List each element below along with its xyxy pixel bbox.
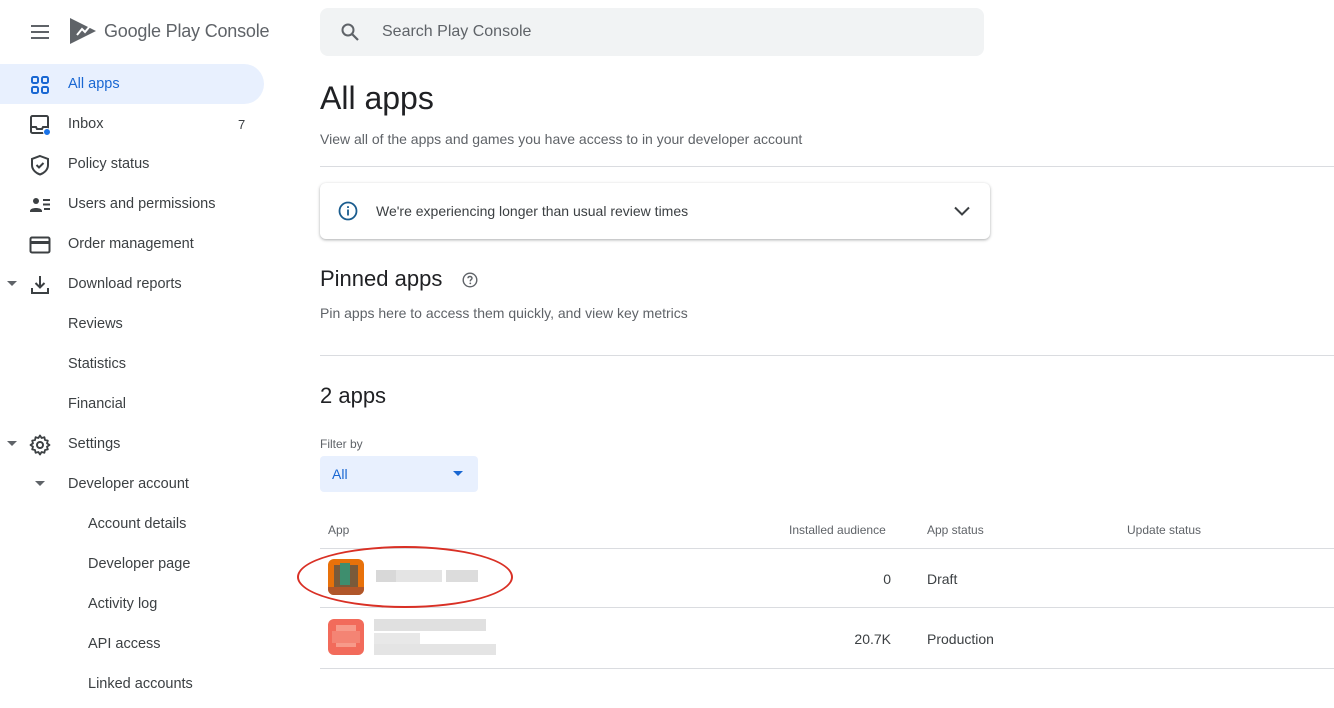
sidebar-item-label: All apps [68, 76, 120, 92]
sidebar-item-developer-page[interactable]: Developer page [0, 544, 280, 584]
column-header-installed-audience[interactable]: Installed audience [789, 523, 886, 537]
inbox-count-badge: 7 [238, 116, 246, 132]
credit-card-icon [29, 236, 51, 254]
search-bar[interactable] [320, 8, 984, 56]
sidebar-item-reviews[interactable]: Reviews [0, 304, 280, 344]
sidebar-item-label: Policy status [68, 156, 150, 172]
logo[interactable]: Google Play Console [68, 16, 270, 46]
installed-audience-value: 20.7K [854, 631, 891, 647]
divider [320, 355, 1334, 356]
grid-icon [31, 76, 49, 94]
download-icon [31, 276, 49, 294]
banner-text: We're experiencing longer than usual rev… [376, 203, 689, 219]
sidebar-item-users-and-permissions[interactable]: Users and permissions [0, 184, 280, 224]
chevron-down-icon[interactable] [952, 201, 972, 221]
search-input[interactable] [382, 20, 942, 44]
sidebar-item-account-details[interactable]: Account details [0, 504, 280, 544]
nav: All apps Inbox 7 Policy status Users and… [0, 64, 280, 704]
sidebar-item-statistics[interactable]: Statistics [0, 344, 280, 384]
sidebar-item-label: Developer account [68, 476, 189, 492]
divider [320, 668, 1334, 669]
review-times-banner[interactable]: We're experiencing longer than usual rev… [320, 183, 990, 239]
sidebar-item-order-management[interactable]: Order management [0, 224, 280, 264]
dropdown-arrow-icon [453, 471, 463, 476]
sidebar-item-settings[interactable]: Settings [0, 424, 280, 464]
sidebar-item-label: Account details [88, 516, 187, 532]
sidebar-item-inbox[interactable]: Inbox 7 [0, 104, 280, 144]
sidebar: Google Play Console All apps Inbox 7 Pol… [0, 0, 280, 708]
column-header-app-status[interactable]: App status [927, 523, 984, 537]
sidebar-item-download-reports[interactable]: Download reports [0, 264, 280, 304]
sidebar-item-label: Financial [68, 396, 127, 412]
help-icon[interactable] [462, 272, 478, 288]
sidebar-item-financial[interactable]: Financial [0, 384, 280, 424]
app-status-value: Production [927, 631, 994, 647]
app-icon [328, 619, 364, 655]
expand-caret-icon[interactable] [35, 481, 45, 486]
sidebar-item-all-apps[interactable]: All apps [0, 64, 264, 104]
sidebar-item-label: Order management [68, 236, 194, 252]
gear-icon [29, 434, 51, 456]
sidebar-header: Google Play Console [0, 0, 280, 64]
sidebar-item-label: Inbox [68, 116, 104, 132]
filter-dropdown[interactable]: All [320, 456, 478, 492]
page-subtitle: View all of the apps and games you have … [320, 131, 803, 147]
sidebar-item-label: Settings [68, 436, 121, 452]
logo-text: Google Play Console [104, 20, 270, 41]
sidebar-item-label: Activity log [88, 596, 158, 612]
app-icon [328, 559, 364, 595]
sidebar-item-label: Developer page [88, 556, 191, 572]
info-icon [338, 201, 358, 221]
table-row[interactable]: 0 Draft [320, 549, 1334, 607]
pinned-apps-title: Pinned apps [320, 266, 443, 291]
menu-icon[interactable] [28, 22, 52, 42]
sidebar-item-label: Linked accounts [88, 676, 193, 692]
expand-caret-icon[interactable] [7, 281, 17, 286]
app-status-value: Draft [927, 571, 958, 587]
filter-value: All [332, 466, 348, 482]
expand-caret-icon[interactable] [7, 441, 17, 446]
shield-icon [31, 154, 49, 176]
page-title: All apps [320, 80, 434, 116]
installed-audience-value: 0 [883, 571, 891, 587]
sidebar-item-label: Users and permissions [68, 196, 216, 212]
play-console-logo-icon [70, 18, 96, 44]
sidebar-item-label: API access [88, 636, 161, 652]
sidebar-item-developer-account[interactable]: Developer account [0, 464, 280, 504]
search-icon [341, 23, 359, 41]
apps-count-title: 2 apps [320, 383, 387, 408]
sidebar-item-linked-accounts[interactable]: Linked accounts [0, 664, 280, 704]
table-row[interactable]: 20.7K Production [320, 608, 1334, 668]
sidebar-item-label: Download reports [68, 276, 182, 292]
column-header-app[interactable]: App [328, 523, 349, 537]
pinned-apps-description: Pin apps here to access them quickly, an… [320, 305, 688, 321]
column-header-update-status[interactable]: Update status [1127, 523, 1201, 537]
divider [320, 166, 1334, 167]
sidebar-item-activity-log[interactable]: Activity log [0, 584, 280, 624]
sidebar-item-policy-status[interactable]: Policy status [0, 144, 280, 184]
inbox-icon [30, 115, 51, 136]
sidebar-item-label: Statistics [68, 356, 127, 372]
users-icon [30, 198, 50, 212]
sidebar-item-api-access[interactable]: API access [0, 624, 280, 664]
sidebar-item-label: Reviews [68, 316, 123, 332]
filter-label: Filter by [320, 437, 363, 451]
